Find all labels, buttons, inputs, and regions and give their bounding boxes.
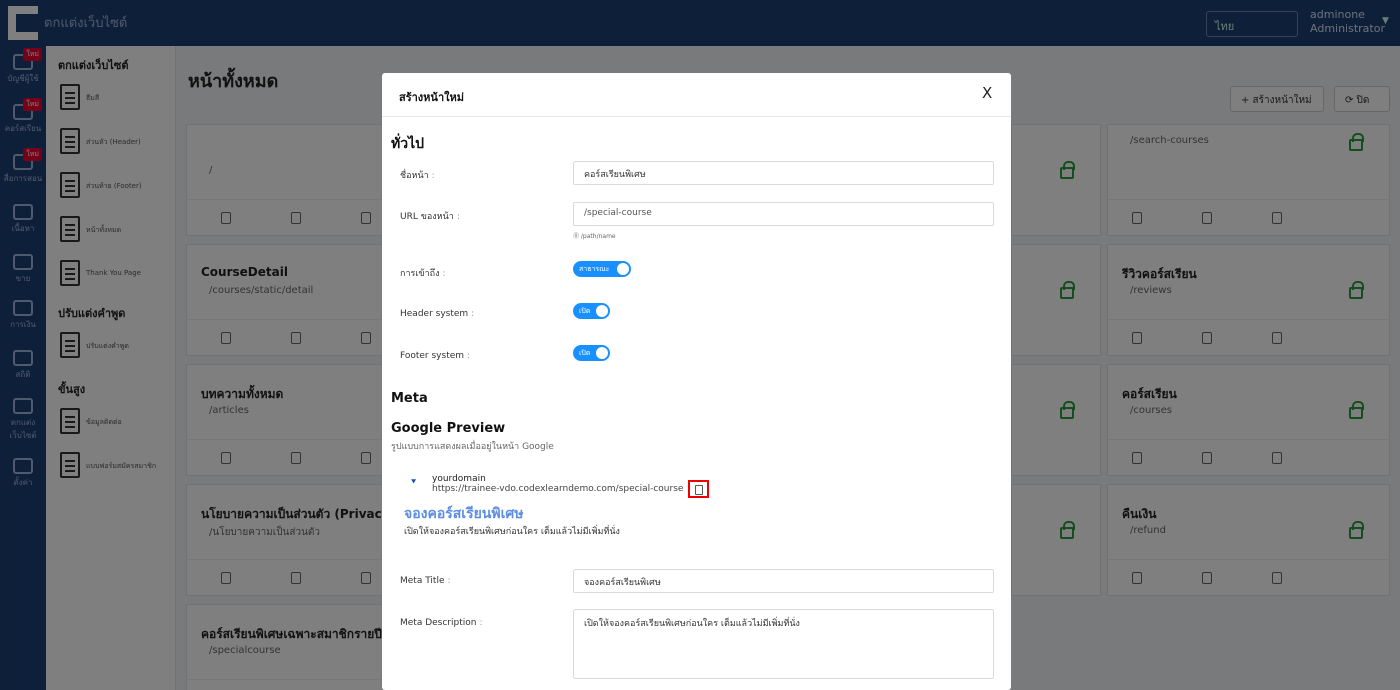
google-preview-title: Google Preview: [391, 421, 506, 436]
meta-description-textarea[interactable]: เปิดให้จองคอร์สเรียนพิเศษก่อนใคร เต็มแล้…: [573, 609, 994, 679]
toggle-text: เปิด: [579, 307, 591, 315]
preview-url: https://trainee-vdo.codexlearndemo.com/s…: [432, 484, 684, 494]
page-name-label: ชื่อหน้า: [400, 168, 435, 182]
preview-domain: yourdomain: [432, 474, 486, 484]
footer-system-label: Footer system: [400, 351, 470, 361]
page-name-input[interactable]: คอร์สเรียนพิเศษ: [573, 161, 994, 185]
create-page-modal: สร้างหน้าใหม่ X ทั่วไป ชื่อหน้า คอร์สเรี…: [382, 73, 1011, 690]
meta-description-label: Meta Description: [400, 618, 483, 628]
toggle-knob: [596, 305, 608, 317]
toggle-text: เปิด: [579, 349, 591, 357]
section-general-heading: ทั่วไป: [391, 136, 425, 152]
access-label: การเข้าถึง: [400, 266, 446, 280]
url-hint: ⓪ /path/name: [573, 233, 616, 240]
header-system-toggle[interactable]: เปิด: [573, 303, 610, 319]
modal-title: สร้างหน้าใหม่: [399, 91, 464, 104]
url-label: URL ของหน้า: [400, 209, 460, 223]
google-preview-subtitle: รูปแบบการแสดงผลเมื่ออยู่ในหน้า Google: [391, 442, 554, 452]
header-system-label: Header system: [400, 309, 474, 319]
close-icon[interactable]: X: [982, 84, 992, 102]
meta-title-input[interactable]: จองคอร์สเรียนพิเศษ: [573, 569, 994, 593]
copy-url-icon[interactable]: [688, 480, 709, 498]
favicon-icon: ⯆: [410, 478, 418, 488]
toggle-text: สาธารณะ: [579, 265, 610, 273]
preview-description: เปิดให้จองคอร์สเรียนพิเศษก่อนใคร เต็มแล้…: [404, 527, 620, 537]
toggle-knob: [596, 347, 608, 359]
toggle-knob: [617, 263, 629, 275]
modal-header: สร้างหน้าใหม่ X: [382, 73, 1011, 117]
footer-system-toggle[interactable]: เปิด: [573, 345, 610, 361]
url-input[interactable]: /special-course: [573, 202, 994, 226]
preview-headline: จองคอร์สเรียนพิเศษ: [404, 506, 524, 522]
access-toggle[interactable]: สาธารณะ: [573, 261, 631, 277]
section-meta-heading: Meta: [391, 391, 428, 406]
meta-title-label: Meta Title: [400, 576, 451, 586]
